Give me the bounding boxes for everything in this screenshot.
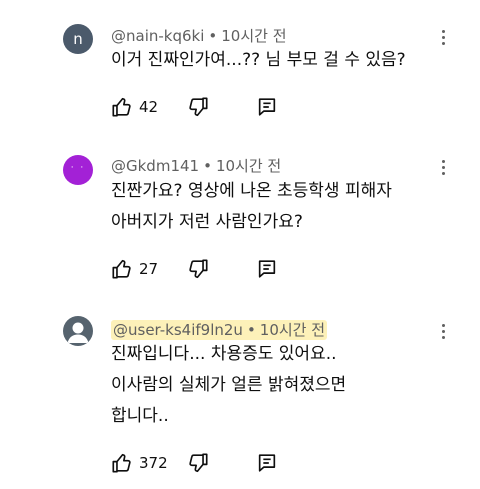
- like-icon: [111, 258, 133, 280]
- reply-icon: [256, 452, 278, 474]
- comment-text: 이거 진짜인가여...?? 님 부모 걸 수 있음?: [111, 50, 406, 70]
- avatar[interactable]: · ·: [63, 155, 93, 185]
- dislike-button[interactable]: [187, 451, 209, 475]
- dislike-button[interactable]: [187, 95, 209, 119]
- comment-author[interactable]: @user-ks4if9ln2u: [113, 321, 243, 339]
- avatar[interactable]: n: [63, 24, 93, 54]
- like-count: 42: [139, 98, 159, 116]
- like-count: 27: [139, 260, 159, 278]
- dislike-icon: [187, 452, 209, 474]
- avatar[interactable]: [63, 316, 93, 346]
- comment-author[interactable]: @nain-kq6ki: [111, 27, 204, 45]
- comment-author[interactable]: @Gkdm141: [111, 157, 199, 175]
- more-vert-icon[interactable]: [440, 324, 448, 342]
- like-icon: [111, 452, 133, 474]
- like-button[interactable]: 372: [111, 451, 168, 475]
- comment-time[interactable]: 10시간 전: [216, 157, 281, 175]
- like-button[interactable]: 27: [111, 257, 158, 281]
- like-button[interactable]: 42: [111, 95, 158, 119]
- person-avatar-icon: [63, 316, 93, 346]
- comment-time[interactable]: 10시간 전: [221, 27, 286, 45]
- avatar-dots: · ·: [70, 163, 86, 173]
- reply-icon: [256, 258, 278, 280]
- meta-separator: •: [208, 27, 218, 45]
- like-icon: [111, 96, 133, 118]
- reply-button[interactable]: [256, 451, 278, 475]
- meta-separator: •: [203, 157, 212, 175]
- reply-icon: [256, 96, 278, 118]
- comment-feed: n @nain-kq6ki • 10시간 전 이거 진짜인가여...?? 님 부모 …: [0, 0, 480, 489]
- meta-separator: •: [246, 321, 256, 339]
- dislike-icon: [187, 96, 209, 118]
- dislike-icon: [187, 258, 209, 280]
- comment-text: 진짠가요? 영상에 나온 초등학생 피해자 아버지가 저런 사람인가요?: [111, 181, 392, 232]
- comment-meta: @user-ks4if9ln2u • 10시간 전: [111, 319, 328, 340]
- reply-button[interactable]: [256, 257, 278, 281]
- reply-button[interactable]: [256, 95, 278, 119]
- like-count: 372: [139, 454, 168, 472]
- comment-time[interactable]: 10시간 전: [260, 321, 325, 339]
- highlighted-meta: @user-ks4if9ln2u • 10시간 전: [111, 320, 328, 340]
- dislike-button[interactable]: [187, 257, 209, 281]
- more-vert-icon[interactable]: [440, 160, 448, 178]
- avatar-letter: n: [73, 30, 83, 48]
- more-vert-icon[interactable]: [440, 30, 448, 48]
- comment-text: 진짜입니다... 차용증도 있어요.. 이사람의 실체가 얼른 밝혀졌으면 합니…: [111, 344, 347, 426]
- comment-meta: @Gkdm141 • 10시간 전: [111, 155, 281, 176]
- comment-meta: @nain-kq6ki • 10시간 전: [111, 25, 287, 46]
